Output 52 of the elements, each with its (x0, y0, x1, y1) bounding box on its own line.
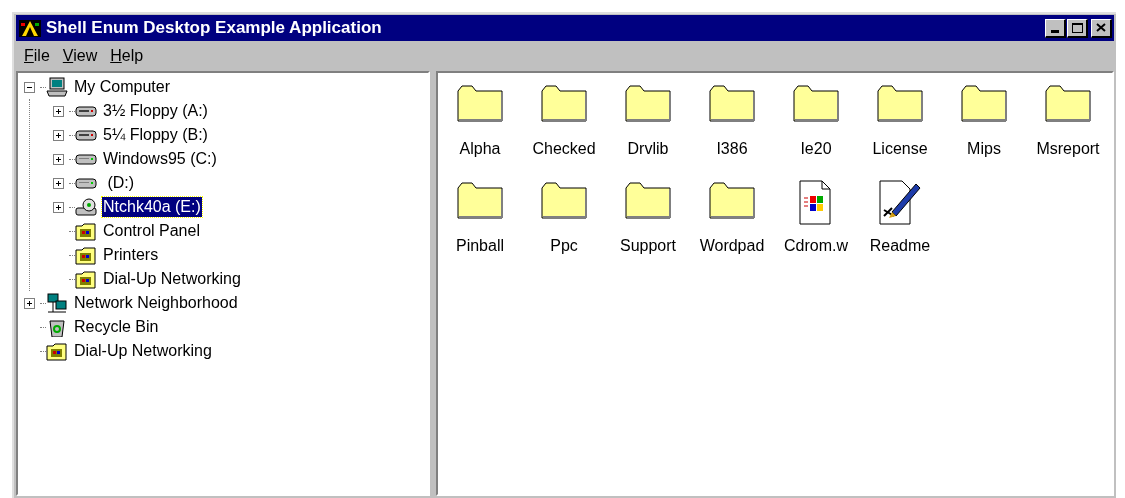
folder-icon (75, 245, 97, 265)
expand-icon[interactable] (53, 129, 64, 141)
maximize-button[interactable] (1067, 18, 1088, 38)
expand-icon[interactable] (53, 201, 64, 213)
file-label[interactable]: Ppc (550, 234, 578, 258)
minimize-icon (1051, 29, 1059, 33)
close-button[interactable] (1091, 18, 1112, 38)
folder-icon (46, 341, 68, 361)
network-computers-icon (46, 293, 68, 313)
tree-item[interactable]: 3½ Floppy (A:) (102, 101, 209, 121)
file-label[interactable]: Checked (532, 137, 596, 161)
cd-drive-icon (75, 197, 97, 217)
folder-icon (75, 221, 97, 241)
expand-icon[interactable] (53, 105, 64, 117)
menu-item[interactable]: File (18, 44, 56, 68)
file-label[interactable]: License (872, 137, 928, 161)
file-label[interactable]: Readme (869, 234, 931, 258)
tree-item[interactable]: 5¼ Floppy (B:) (102, 125, 209, 145)
computer-icon (46, 77, 68, 97)
window-title: Shell Enum Desktop Example Application (46, 17, 382, 40)
menu-item[interactable]: Help (104, 44, 150, 68)
file-label[interactable]: Cdrom.w (784, 234, 848, 258)
tree-item[interactable]: Dial-Up Networking (73, 341, 213, 361)
file-label[interactable]: Mips (967, 137, 1001, 161)
close-icon (1096, 23, 1106, 32)
file-label[interactable]: Msreport (1036, 137, 1100, 161)
maximize-icon (1071, 22, 1083, 33)
expand-icon[interactable] (53, 153, 64, 165)
tree-item[interactable]: Windows95 (C:) (102, 149, 218, 169)
app-icon (18, 18, 42, 38)
tree-item[interactable]: Network Neighborhood (73, 293, 239, 313)
folder-icon (75, 269, 97, 289)
file-label[interactable]: Support (619, 234, 676, 258)
recycle-bin-icon (46, 317, 68, 337)
expand-icon[interactable] (24, 297, 35, 309)
menu-item[interactable]: View (56, 44, 104, 68)
tree-item[interactable]: (D:) (102, 173, 136, 193)
tree-item[interactable]: Printers (102, 245, 160, 265)
tree-item[interactable]: Dial-Up Networking (102, 269, 242, 289)
minimize-button[interactable] (1045, 18, 1066, 38)
file-label[interactable]: Ie20 (800, 137, 832, 161)
file-label[interactable]: Wordpad (699, 234, 765, 258)
tree-item[interactable]: Ntchk40a (E:) (102, 197, 202, 217)
file-label[interactable]: Pinball (456, 234, 504, 258)
file-label[interactable]: Drvlib (627, 137, 669, 161)
tree-item[interactable]: My Computer (73, 77, 172, 97)
file-label[interactable]: I386 (716, 137, 748, 161)
tree-item[interactable]: Recycle Bin (73, 317, 160, 337)
collapse-icon[interactable] (24, 81, 35, 93)
tree-item[interactable]: Control Panel (102, 221, 201, 241)
expand-icon[interactable] (53, 177, 64, 189)
file-label[interactable]: Alpha (459, 137, 501, 161)
